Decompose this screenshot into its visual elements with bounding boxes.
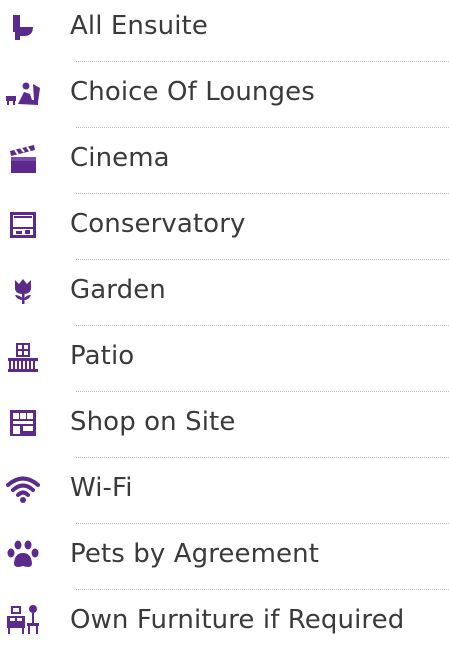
list-item: All Ensuite	[0, 0, 449, 66]
amenity-label-cinema: Cinema	[70, 143, 170, 173]
amenity-label-choice-of-lounges: Choice Of Lounges	[70, 77, 315, 107]
list-item: Cinema	[0, 132, 449, 198]
list-item: Patio	[0, 330, 449, 396]
amenity-label-own-furniture-if-required: Own Furniture if Required	[70, 605, 405, 635]
divider	[76, 325, 449, 326]
list-item: Garden	[0, 264, 449, 330]
divider	[76, 193, 449, 194]
list-item: Choice Of Lounges	[0, 66, 449, 132]
shop-icon	[4, 406, 42, 440]
lounge-icon	[4, 76, 42, 110]
amenity-label-garden: Garden	[70, 275, 166, 305]
amenity-label-patio: Patio	[70, 341, 135, 371]
list-item: Shop on Site	[0, 396, 449, 462]
amenities-list: All Ensuite Choice Of Lounges Cinema Con…	[0, 0, 449, 639]
amenity-label-all-ensuite: All Ensuite	[70, 11, 208, 41]
divider	[76, 589, 449, 590]
wifi-icon	[4, 472, 42, 506]
amenity-label-pets-by-agreement: Pets by Agreement	[70, 539, 320, 569]
divider	[76, 127, 449, 128]
list-item: Own Furniture if Required	[0, 594, 449, 660]
conservatory-icon	[4, 208, 42, 242]
patio-icon	[4, 340, 42, 374]
list-item: Conservatory	[0, 198, 449, 264]
paw-icon	[4, 538, 42, 572]
divider	[76, 523, 449, 524]
divider	[76, 457, 449, 458]
furniture-icon	[4, 604, 42, 638]
toilet-icon	[4, 10, 42, 44]
amenity-label-conservatory: Conservatory	[70, 209, 246, 239]
clapperboard-icon	[4, 142, 42, 176]
amenity-label-wi-fi: Wi-Fi	[70, 473, 133, 503]
list-item: Pets by Agreement	[0, 528, 449, 594]
divider	[76, 259, 449, 260]
flower-icon	[4, 274, 42, 308]
divider	[76, 391, 449, 392]
amenity-label-shop-on-site: Shop on Site	[70, 407, 236, 437]
list-item: Wi-Fi	[0, 462, 449, 528]
divider	[76, 61, 449, 62]
